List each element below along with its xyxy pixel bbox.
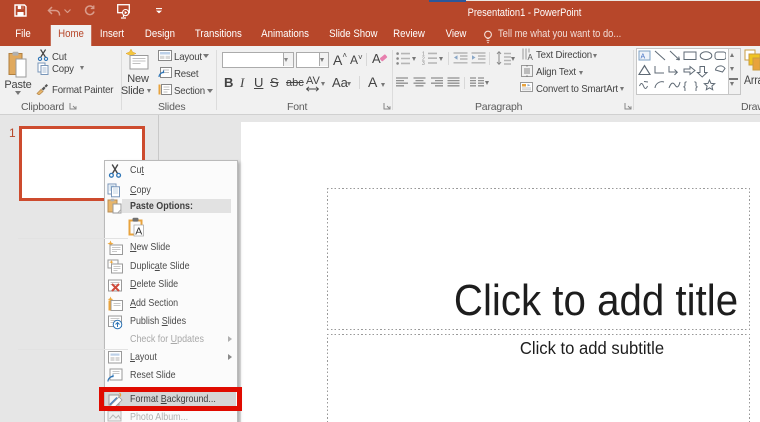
svg-text:3: 3 <box>422 61 425 65</box>
svg-text:A: A <box>641 54 646 61</box>
svg-text:A: A <box>528 53 534 60</box>
svg-text:{: { <box>683 79 687 91</box>
svg-text:}: } <box>694 79 698 91</box>
svg-text:A: A <box>135 226 142 238</box>
